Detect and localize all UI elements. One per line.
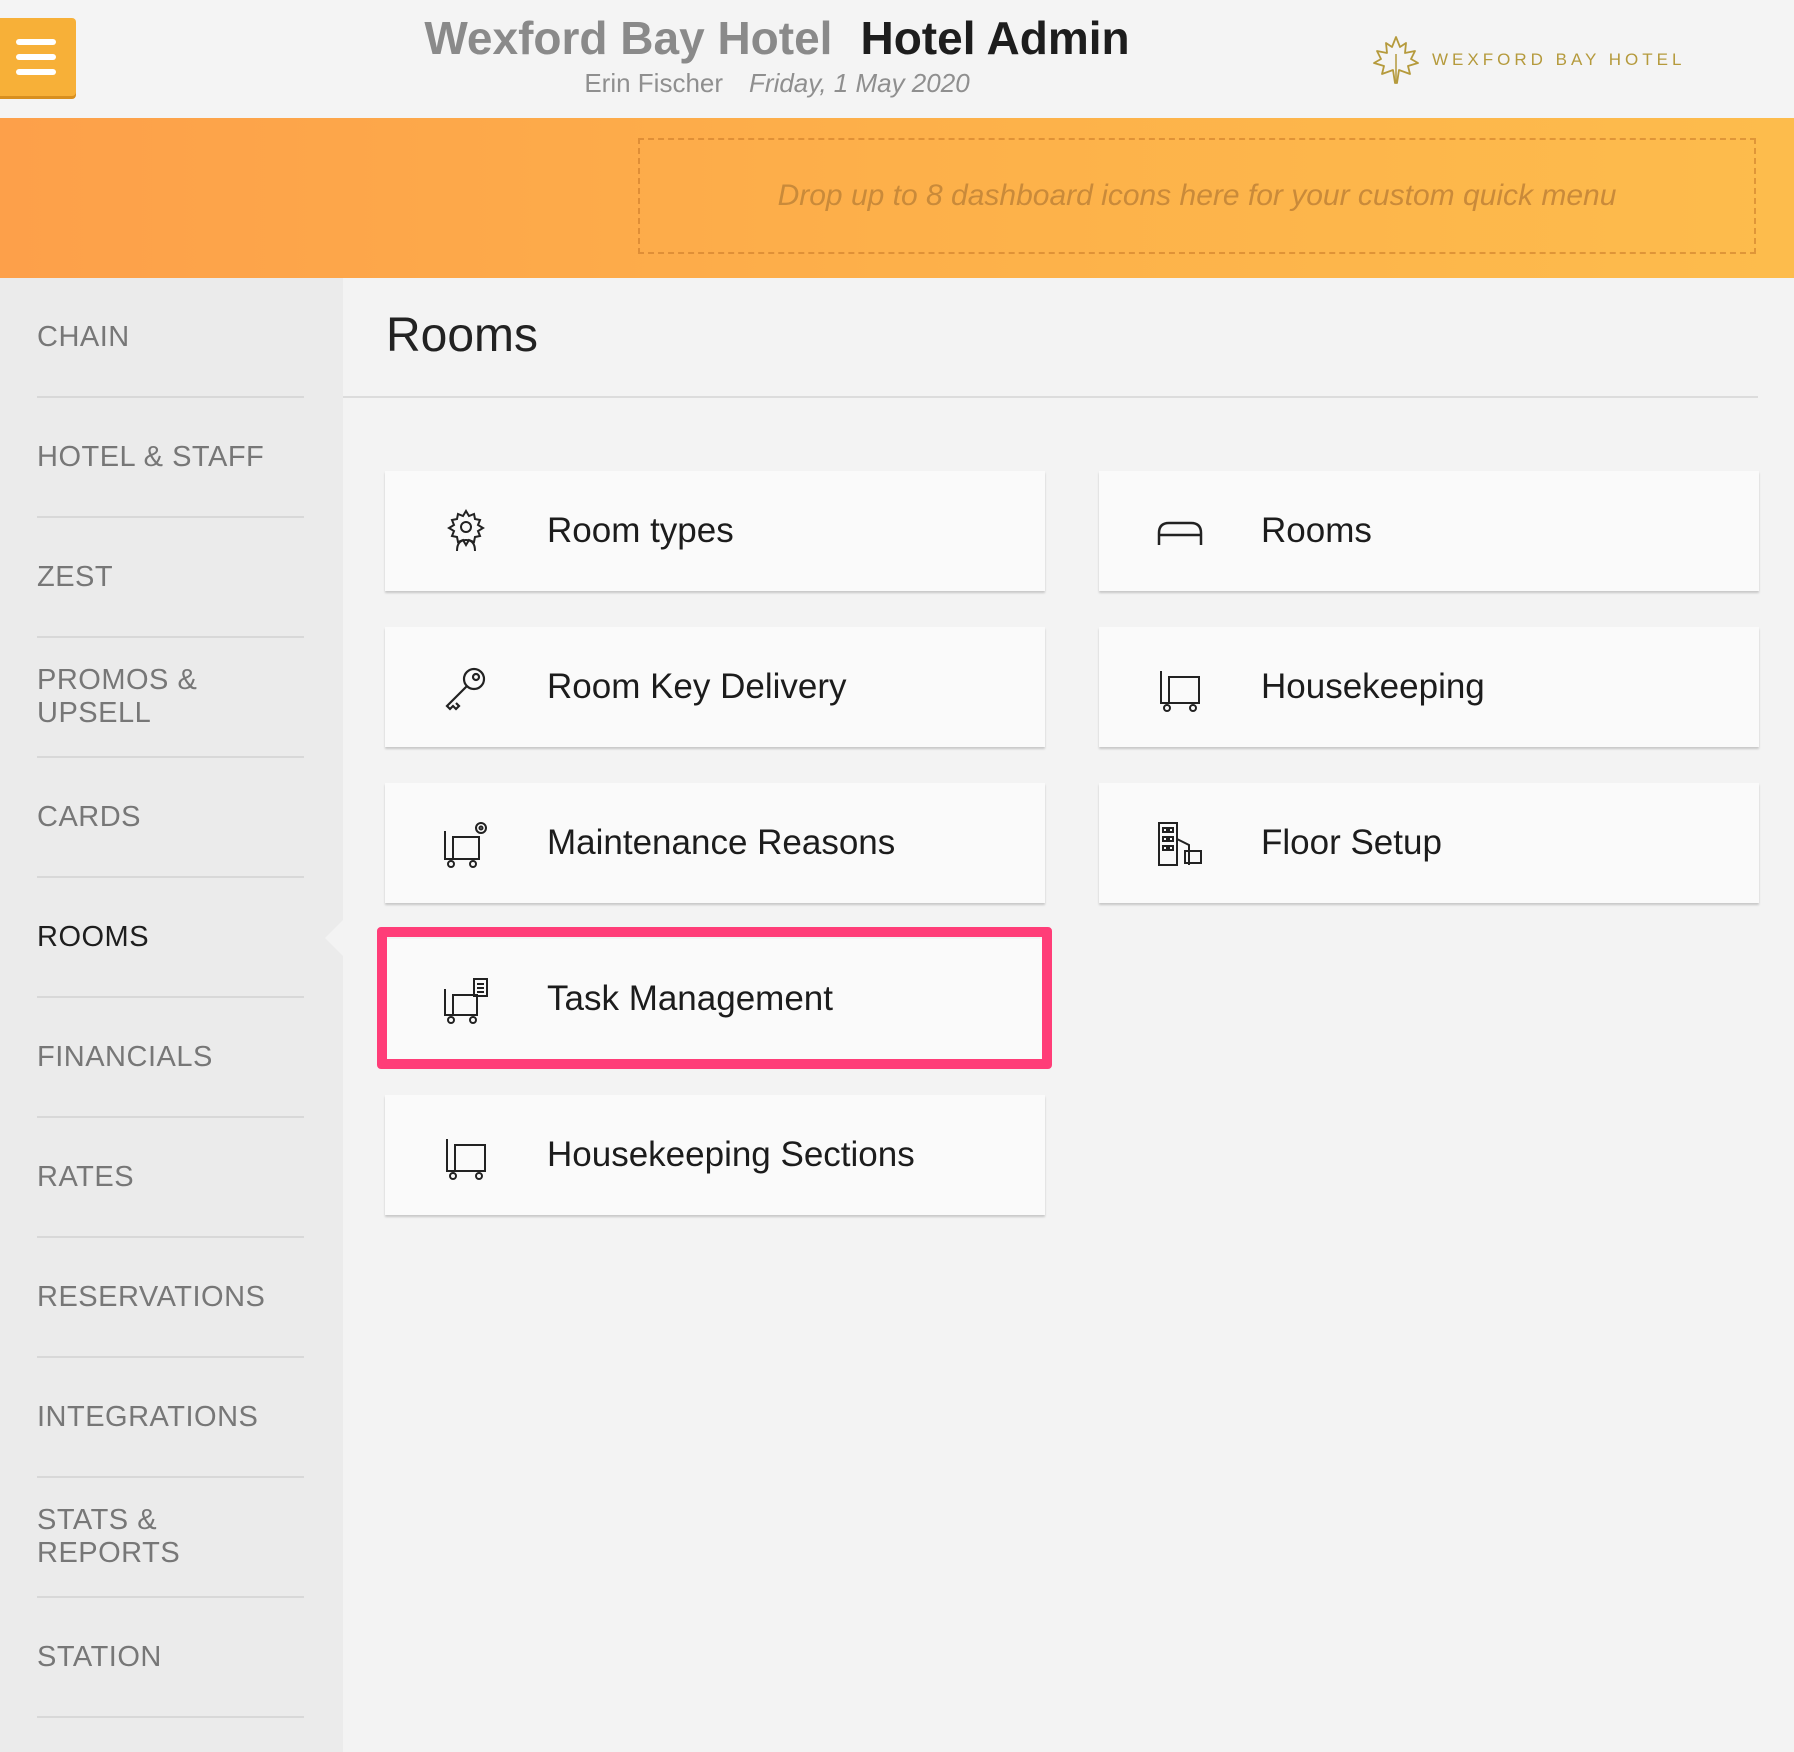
brand-text: WEXFORD BAY HOTEL <box>1432 50 1686 69</box>
tile-label: Housekeeping <box>1261 667 1485 706</box>
cart-gear-icon <box>441 819 491 869</box>
sidebar-item-stats-reports[interactable]: STATS & REPORTS <box>37 1478 304 1598</box>
sidebar-item-zest[interactable]: ZEST <box>37 518 304 638</box>
tile-rooms[interactable]: Rooms <box>1099 471 1759 591</box>
tile-label: Rooms <box>1261 511 1372 550</box>
tile-room-types[interactable]: Room types <box>385 471 1045 591</box>
tile-label: Maintenance Reasons <box>547 823 896 862</box>
quick-menu-band: Drop up to 8 dashboard icons here for yo… <box>0 118 1794 278</box>
user-name: Erin Fischer <box>584 68 724 98</box>
sidebar-item-hotel-staff[interactable]: HOTEL & STAFF <box>37 398 304 518</box>
sidebar-item-rates[interactable]: RATES <box>37 1118 304 1238</box>
drop-zone-placeholder: Drop up to 8 dashboard icons here for yo… <box>777 179 1617 212</box>
tile-label: Floor Setup <box>1261 823 1442 862</box>
tile-task-management[interactable]: Task Management <box>385 939 1045 1059</box>
quick-menu-drop-zone[interactable]: Drop up to 8 dashboard icons here for yo… <box>638 138 1756 254</box>
top-header: Wexford Bay Hotel Hotel Admin Erin Fische… <box>0 0 1794 118</box>
gear-person-icon <box>441 507 491 557</box>
cart-icon <box>441 1131 491 1181</box>
tile-label: Room Key Delivery <box>547 667 847 706</box>
sidebar-item-rooms[interactable]: ROOMS <box>37 878 304 998</box>
sidebar-nav: CHAIN HOTEL & STAFF ZEST PROMOS & UPSELL… <box>0 278 345 1752</box>
cart-icon <box>1155 663 1205 713</box>
building-icon <box>1155 819 1205 869</box>
sidebar-item-station[interactable]: STATION <box>37 1598 304 1718</box>
maple-leaf-icon <box>1373 36 1419 84</box>
sidebar-item-promos-upsell[interactable]: PROMOS & UPSELL <box>37 638 304 758</box>
tile-housekeeping-sections[interactable]: Housekeeping Sections <box>385 1095 1045 1215</box>
sidebar-item-reservations[interactable]: RESERVATIONS <box>37 1238 304 1358</box>
tile-maintenance-reasons[interactable]: Maintenance Reasons <box>385 783 1045 903</box>
tile-floor-setup[interactable]: Floor Setup <box>1099 783 1759 903</box>
key-icon <box>441 663 491 713</box>
main-content: Rooms Room types Rooms Room Key Delivery… <box>343 278 1794 1752</box>
tile-room-key-delivery[interactable]: Room Key Delivery <box>385 627 1045 747</box>
current-date: Friday, 1 May 2020 <box>749 68 970 98</box>
sidebar-item-integrations[interactable]: INTEGRATIONS <box>37 1358 304 1478</box>
tile-housekeeping[interactable]: Housekeeping <box>1099 627 1759 747</box>
tile-label: Task Management <box>547 979 833 1018</box>
app-title: Hotel Admin <box>860 12 1130 64</box>
page-title: Rooms <box>386 309 539 362</box>
sidebar-item-financials[interactable]: FINANCIALS <box>37 998 304 1118</box>
cart-clipboard-icon <box>441 975 491 1025</box>
tile-label: Room types <box>547 511 734 550</box>
active-item-pointer <box>325 918 345 958</box>
hotel-name: Wexford Bay Hotel <box>424 12 833 64</box>
sidebar-item-cards[interactable]: CARDS <box>37 758 304 878</box>
brand-logo: WEXFORD BAY HOTEL <box>1370 34 1685 86</box>
sidebar-item-chain[interactable]: CHAIN <box>37 278 304 398</box>
title-divider <box>343 396 1758 398</box>
tile-label: Housekeeping Sections <box>547 1135 915 1174</box>
bed-icon <box>1155 507 1205 557</box>
